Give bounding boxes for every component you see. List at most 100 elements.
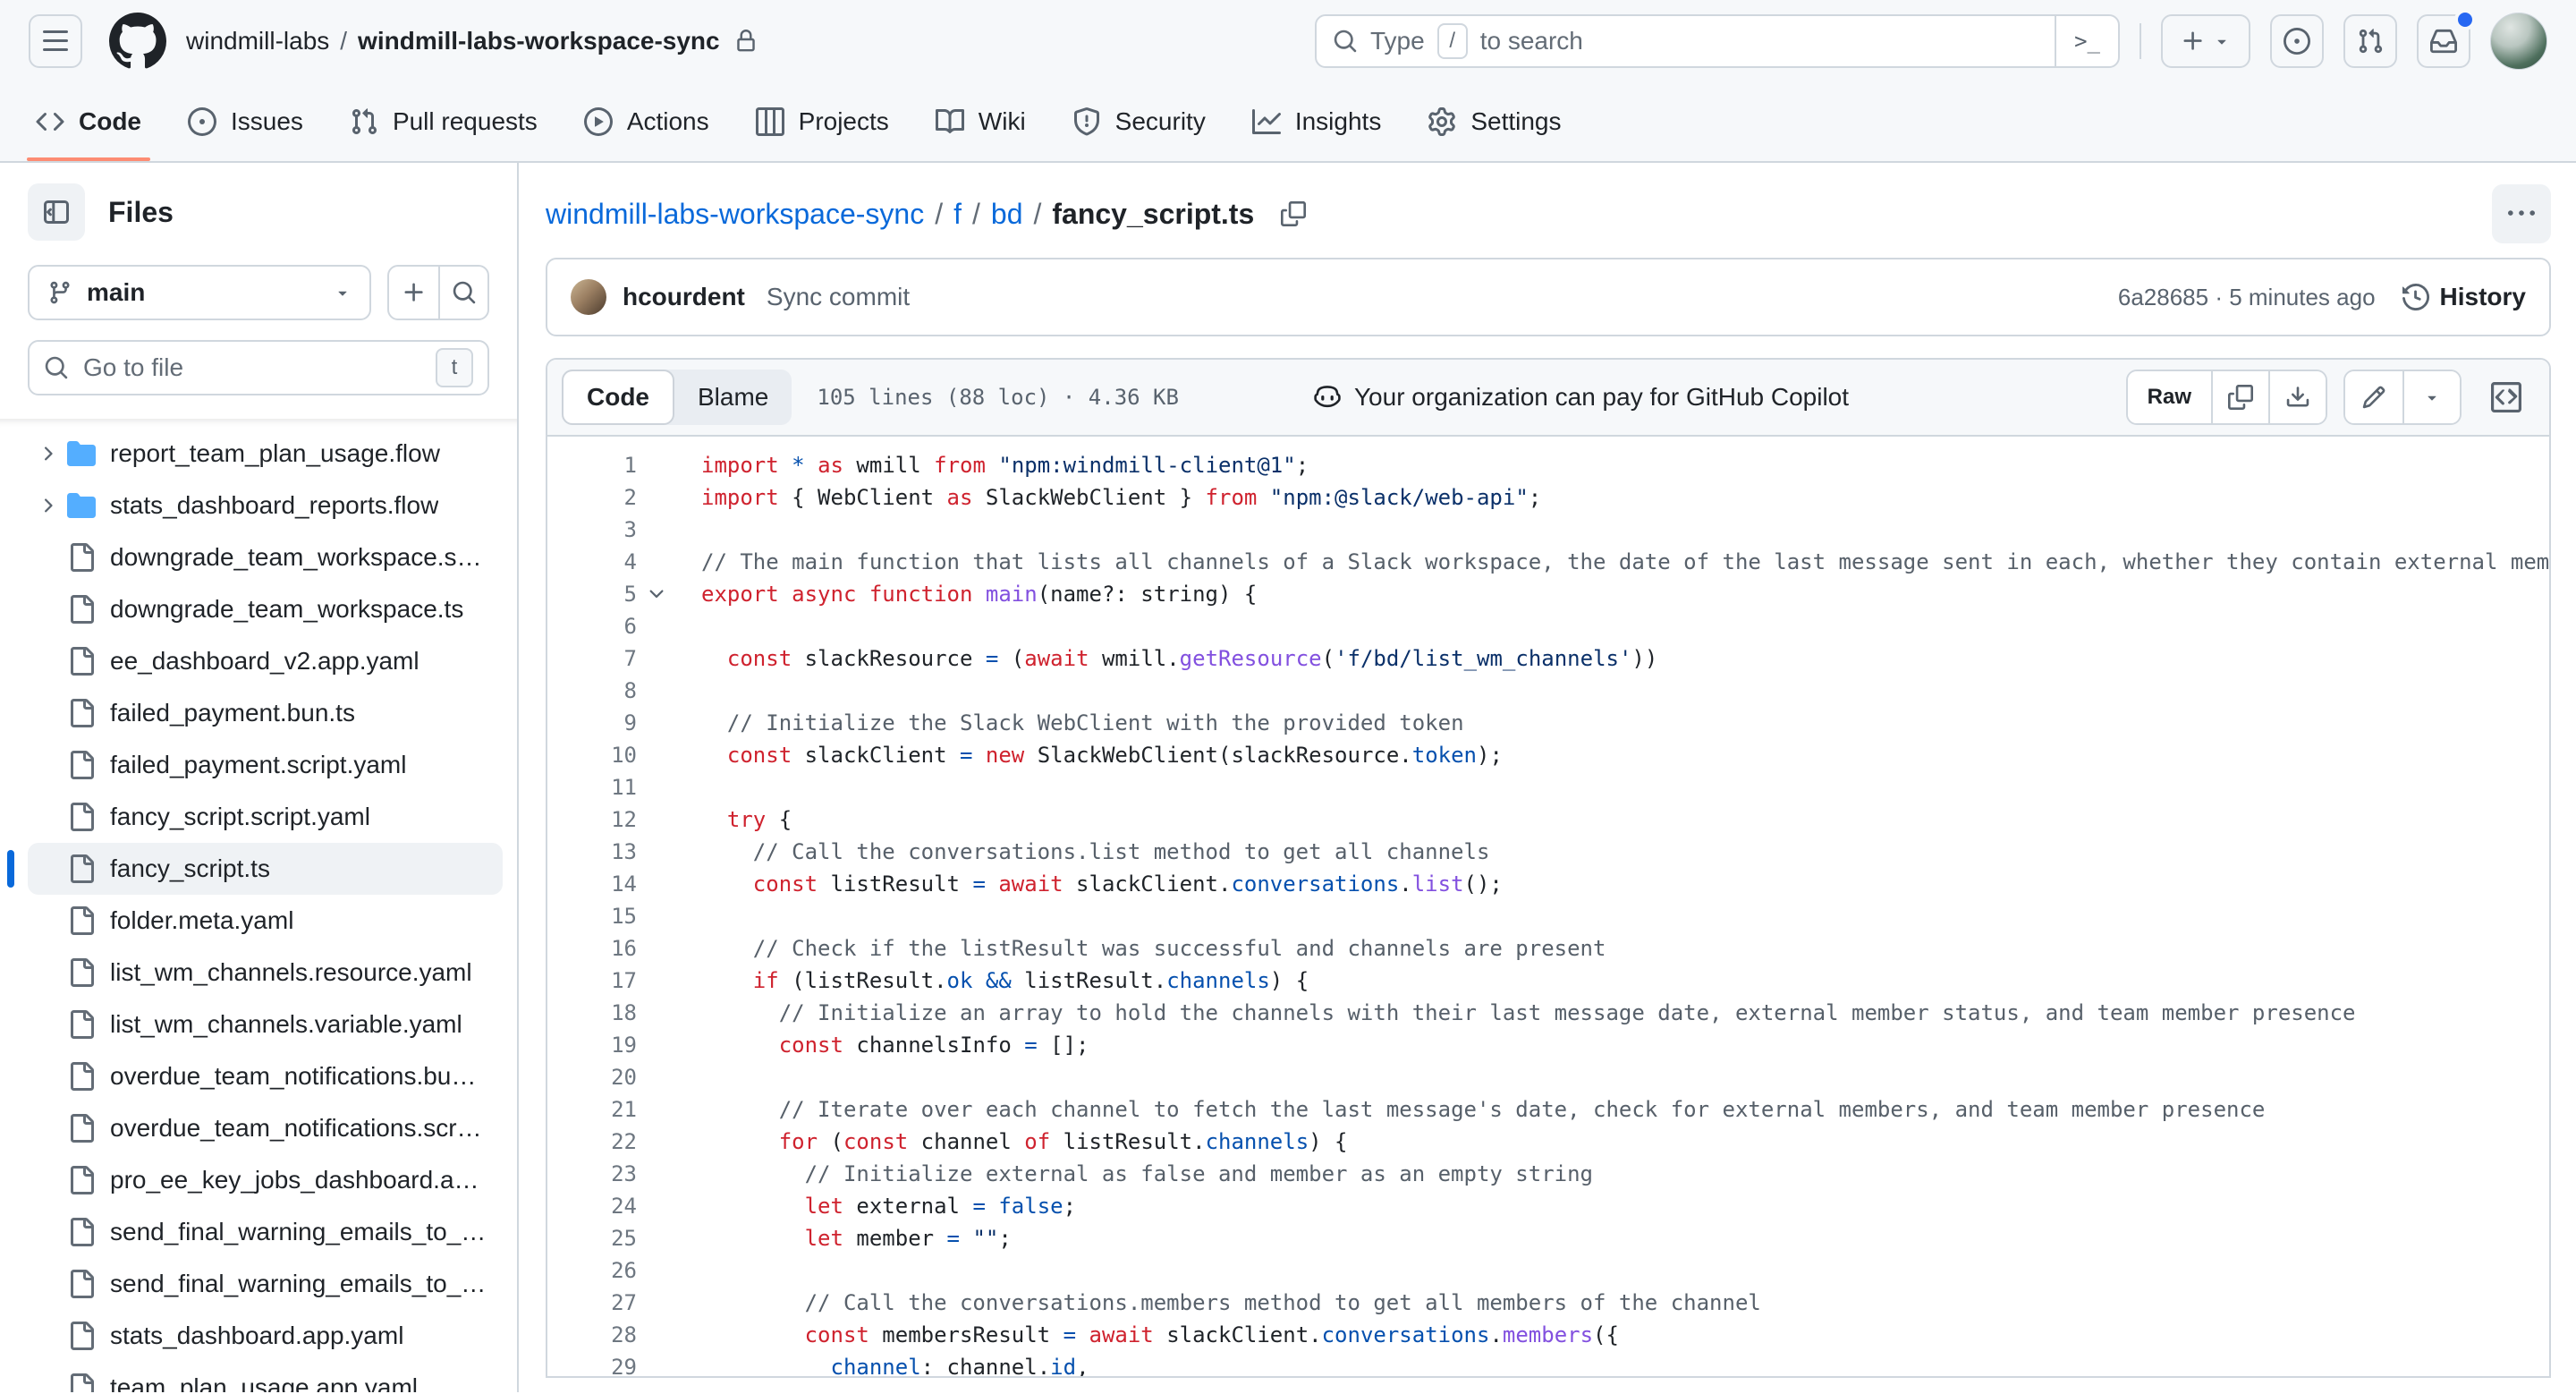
line-number[interactable]: 13 — [547, 836, 637, 868]
tab-issues[interactable]: Issues — [188, 82, 303, 161]
breadcrumb-folder-link[interactable]: bd — [991, 198, 1023, 231]
breadcrumb-folder-link[interactable]: f — [953, 198, 962, 231]
line-number[interactable]: 7 — [547, 642, 637, 675]
branch-selector[interactable]: main — [28, 265, 372, 320]
repo-link[interactable]: windmill-labs-workspace-sync — [358, 27, 720, 55]
line-number[interactable]: 28 — [547, 1319, 637, 1351]
tree-item-file[interactable]: downgrade_team_workspace.s… — [28, 531, 503, 583]
copilot-banner[interactable]: Your organization can pay for GitHub Cop… — [1313, 383, 1849, 412]
tree-item-file[interactable]: ee_dashboard_v2.app.yaml — [28, 635, 503, 687]
tree-item-file[interactable]: team_plan_usage.app.yaml — [28, 1362, 503, 1392]
tab-code[interactable]: Code — [27, 82, 150, 161]
copy-path-button[interactable] — [1281, 201, 1307, 226]
line-number[interactable]: 20 — [547, 1061, 637, 1093]
search-tree-button[interactable] — [438, 267, 487, 319]
line-number[interactable]: 26 — [547, 1254, 637, 1287]
line-number[interactable]: 5 — [547, 578, 637, 610]
commit-message[interactable]: Sync commit — [767, 283, 910, 311]
line-number[interactable]: 2 — [547, 481, 637, 514]
line-number[interactable]: 3 — [547, 514, 637, 546]
symbols-panel-button[interactable] — [2478, 370, 2535, 425]
tree-item-file[interactable]: folder.meta.yaml — [28, 895, 503, 947]
tab-wiki[interactable]: Wiki — [935, 82, 1026, 161]
line-number[interactable]: 15 — [547, 900, 637, 932]
tree-item-file[interactable]: failed_payment.script.yaml — [28, 739, 503, 791]
tree-item-file[interactable]: fancy_script.ts — [7, 843, 503, 895]
go-to-file-input[interactable]: Go to file t — [28, 340, 489, 395]
history-button[interactable]: History — [2402, 283, 2526, 311]
slash-key-hint: / — [1436, 23, 1468, 59]
files-sidebar: Files main Go to file t report_team_plan — [0, 163, 519, 1392]
line-number[interactable]: 9 — [547, 707, 637, 739]
edit-file-button[interactable] — [2345, 371, 2402, 423]
tree-item-folder[interactable]: report_team_plan_usage.flow — [28, 428, 503, 480]
tab-insights[interactable]: Insights — [1251, 82, 1381, 161]
breadcrumb-repo-link[interactable]: windmill-labs-workspace-sync — [546, 198, 924, 231]
create-new-button[interactable] — [2161, 14, 2250, 68]
line-number[interactable]: 18 — [547, 997, 637, 1029]
code-view-tab[interactable]: Code — [562, 370, 674, 425]
commit-author[interactable]: hcourdent — [623, 283, 745, 311]
line-number[interactable]: 10 — [547, 739, 637, 771]
line-number[interactable]: 12 — [547, 803, 637, 836]
line-number[interactable]: 25 — [547, 1222, 637, 1254]
sidebar-header: Files — [0, 183, 517, 242]
hamburger-menu-button[interactable] — [29, 14, 82, 68]
line-number[interactable]: 8 — [547, 675, 637, 707]
tab-pull-requests[interactable]: Pull requests — [350, 82, 538, 161]
tree-item-file[interactable]: stats_dashboard.app.yaml — [28, 1310, 503, 1362]
tree-item-file[interactable]: list_wm_channels.variable.yaml — [28, 999, 503, 1050]
line-number[interactable]: 14 — [547, 868, 637, 900]
tab-actions[interactable]: Actions — [583, 82, 709, 161]
more-options-button[interactable] — [2492, 184, 2551, 243]
command-palette-icon[interactable]: >_ — [2055, 16, 2118, 66]
blame-view-tab[interactable]: Blame — [674, 370, 792, 425]
download-button[interactable] — [2268, 371, 2326, 423]
line-number[interactable]: 17 — [547, 965, 637, 997]
tree-item-file[interactable]: downgrade_team_workspace.ts — [28, 583, 503, 635]
file-icon — [67, 803, 96, 831]
edit-dropdown-button[interactable] — [2402, 371, 2460, 423]
user-avatar[interactable] — [2490, 13, 2547, 70]
org-link[interactable]: windmill-labs — [186, 27, 329, 55]
tab-settings[interactable]: Settings — [1428, 82, 1562, 161]
tab-projects[interactable]: Projects — [755, 82, 889, 161]
tree-item-folder[interactable]: stats_dashboard_reports.flow — [28, 480, 503, 531]
new-file-button[interactable] — [389, 267, 438, 319]
commit-author-avatar[interactable] — [571, 279, 606, 315]
tree-item-file[interactable]: overdue_team_notifications.scr… — [28, 1102, 503, 1154]
tree-item-file[interactable]: fancy_script.script.yaml — [28, 791, 503, 843]
line-number[interactable]: 4 — [547, 546, 637, 578]
collapse-sidebar-button[interactable] — [28, 183, 85, 241]
raw-button[interactable]: Raw — [2127, 371, 2211, 423]
line-number[interactable]: 27 — [547, 1287, 637, 1319]
pull-requests-button[interactable] — [2343, 14, 2397, 68]
code-line: 21 // Iterate over each channel to fetch… — [547, 1093, 2549, 1126]
line-number[interactable]: 29 — [547, 1351, 637, 1376]
github-logo[interactable] — [109, 13, 166, 70]
code-text: // Call the conversations.members method… — [804, 1290, 1761, 1315]
line-number[interactable]: 11 — [547, 771, 637, 803]
tree-item-file[interactable]: send_final_warning_emails_to_… — [28, 1258, 503, 1310]
inbox-button[interactable] — [2417, 9, 2476, 68]
line-number[interactable]: 16 — [547, 932, 637, 965]
tree-item-file[interactable]: list_wm_channels.resource.yaml — [28, 947, 503, 999]
fold-chevron-icon[interactable] — [637, 578, 676, 610]
tree-item-file[interactable]: failed_payment.bun.ts — [28, 687, 503, 739]
line-number[interactable]: 1 — [547, 449, 637, 481]
commit-sha-time[interactable]: 6a28685 · 5 minutes ago — [2118, 284, 2376, 311]
line-number[interactable]: 24 — [547, 1190, 637, 1222]
line-number[interactable]: 21 — [547, 1093, 637, 1126]
line-number[interactable]: 22 — [547, 1126, 637, 1158]
line-number[interactable]: 23 — [547, 1158, 637, 1190]
sidebar-controls: main — [0, 242, 517, 320]
tree-item-file[interactable]: overdue_team_notifications.bu… — [28, 1050, 503, 1102]
tab-security[interactable]: Security — [1072, 82, 1206, 161]
issues-button[interactable] — [2270, 14, 2324, 68]
line-number[interactable]: 6 — [547, 610, 637, 642]
tree-item-file[interactable]: send_final_warning_emails_to_… — [28, 1206, 503, 1258]
line-number[interactable]: 19 — [547, 1029, 637, 1061]
tree-item-file[interactable]: pro_ee_key_jobs_dashboard.a… — [28, 1154, 503, 1206]
copy-file-button[interactable] — [2211, 371, 2268, 423]
search-input[interactable]: Type / to search >_ — [1315, 14, 2120, 68]
